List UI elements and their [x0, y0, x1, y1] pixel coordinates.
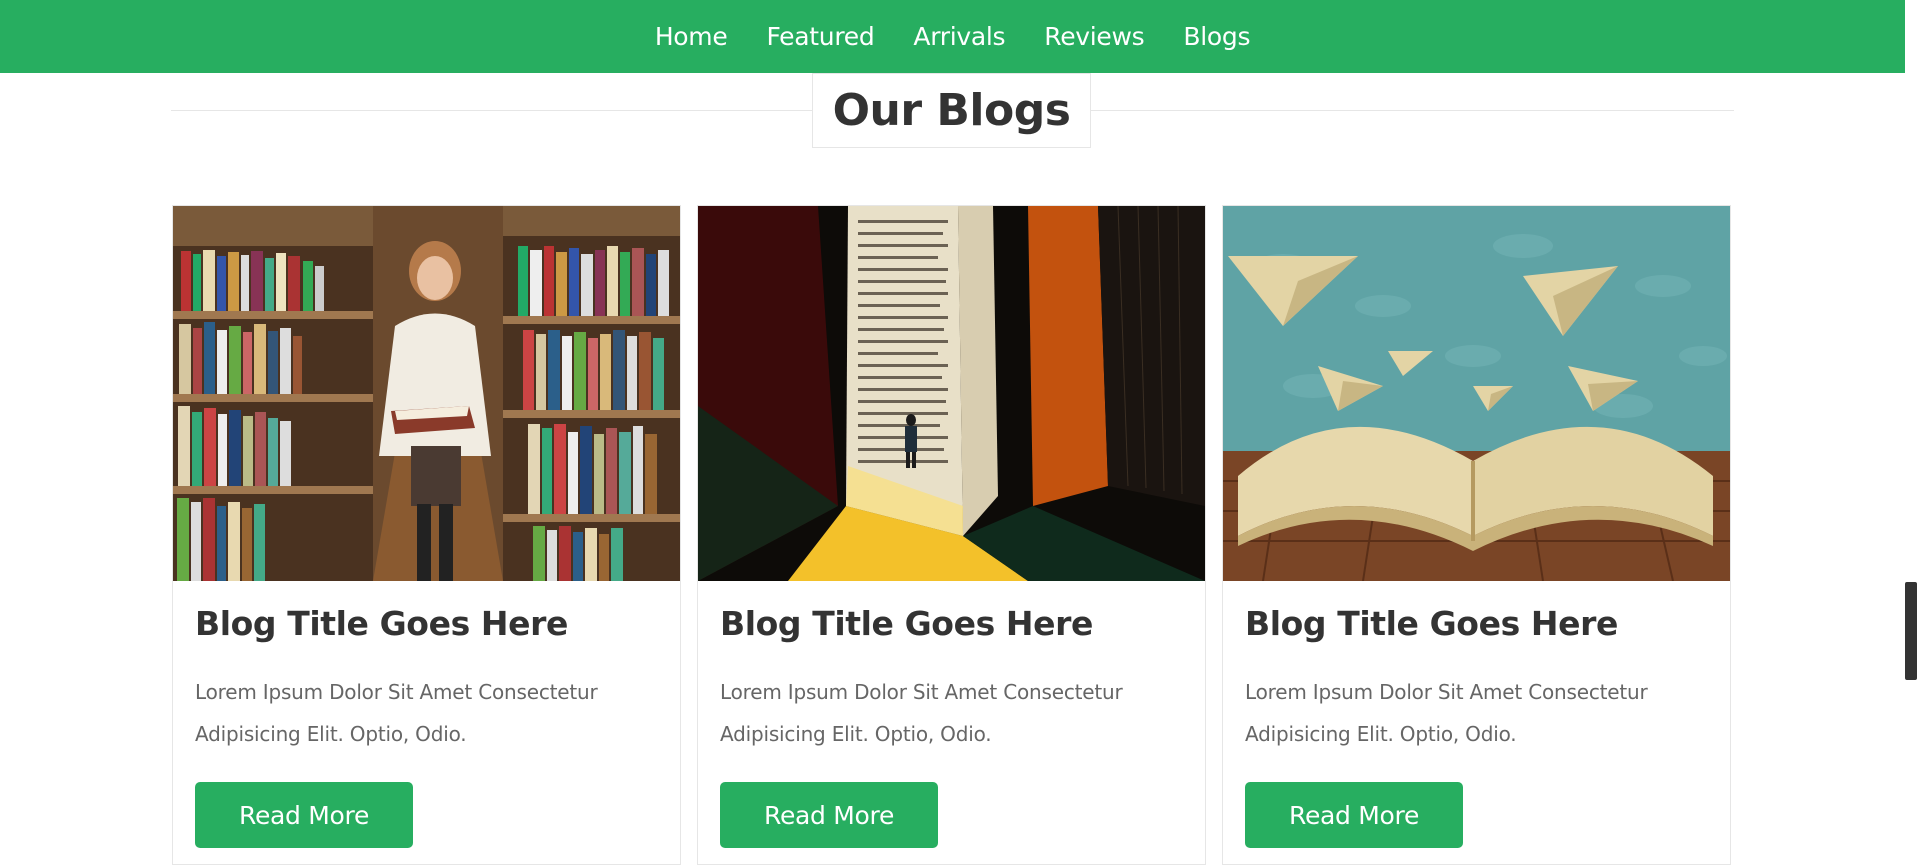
nav-link-home[interactable]: Home [655, 22, 728, 51]
blog-card: Blog Title Goes Here Lorem Ipsum Dolor S… [1222, 205, 1731, 865]
blog-title: Blog Title Goes Here [720, 604, 1093, 643]
blog-image-library [173, 206, 680, 581]
nav-link-featured[interactable]: Featured [766, 22, 874, 51]
blog-title: Blog Title Goes Here [195, 604, 568, 643]
blog-excerpt: Lorem Ipsum Dolor Sit Amet Consectetur A… [195, 680, 598, 746]
nav-link-blogs[interactable]: Blogs [1183, 22, 1250, 51]
blog-excerpt: Lorem Ipsum Dolor Sit Amet Consectetur A… [720, 680, 1123, 746]
blog-card: Blog Title Goes Here Lorem Ipsum Dolor S… [172, 205, 681, 865]
read-more-button[interactable]: Read More [720, 782, 939, 848]
blog-title: Blog Title Goes Here [1245, 604, 1618, 643]
scrollbar-thumb[interactable] [1905, 582, 1917, 680]
section-heading-box: Our Blogs [812, 73, 1091, 148]
read-more-button[interactable]: Read More [195, 782, 414, 848]
top-navbar: Home Featured Arrivals Reviews Blogs [0, 0, 1905, 73]
read-more-button[interactable]: Read More [1245, 782, 1464, 848]
blog-image-giant-book [698, 206, 1205, 581]
blog-card: Blog Title Goes Here Lorem Ipsum Dolor S… [697, 205, 1206, 865]
nav-link-reviews[interactable]: Reviews [1044, 22, 1144, 51]
blog-excerpt: Lorem Ipsum Dolor Sit Amet Consectetur A… [1245, 680, 1648, 746]
section-heading: Our Blogs [832, 85, 1071, 136]
nav-link-arrivals[interactable]: Arrivals [913, 22, 1005, 51]
blog-image-paper-planes [1223, 206, 1730, 581]
scrollbar-track[interactable] [1905, 0, 1917, 849]
